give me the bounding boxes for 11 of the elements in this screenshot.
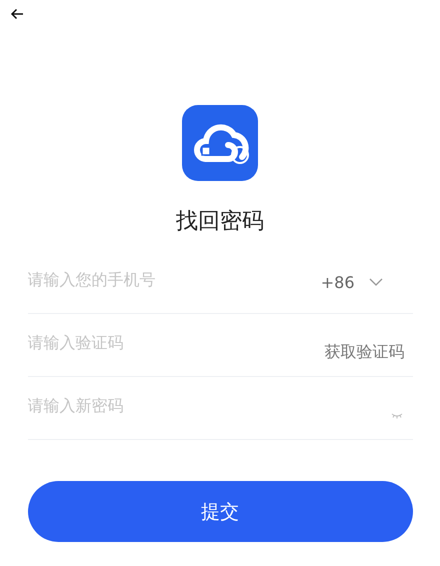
country-code[interactable]: +86 (320, 272, 354, 292)
chevron-down-icon[interactable] (368, 278, 382, 286)
input-field[interactable]: 请输入新密码 (28, 396, 390, 414)
submit-button[interactable]: 提交 (28, 481, 412, 542)
back-arrow-icon[interactable] (10, 8, 24, 20)
input-field[interactable]: 请输入验证码 (28, 332, 324, 352)
page-title: 找回密码 (176, 208, 264, 236)
closed-eye-icon[interactable] (390, 413, 402, 419)
input-field[interactable]: 请输入您的手机号 (28, 270, 321, 288)
cloud-logo-icon (182, 105, 258, 181)
get-code-link[interactable]: 获取验证码 (324, 342, 404, 362)
